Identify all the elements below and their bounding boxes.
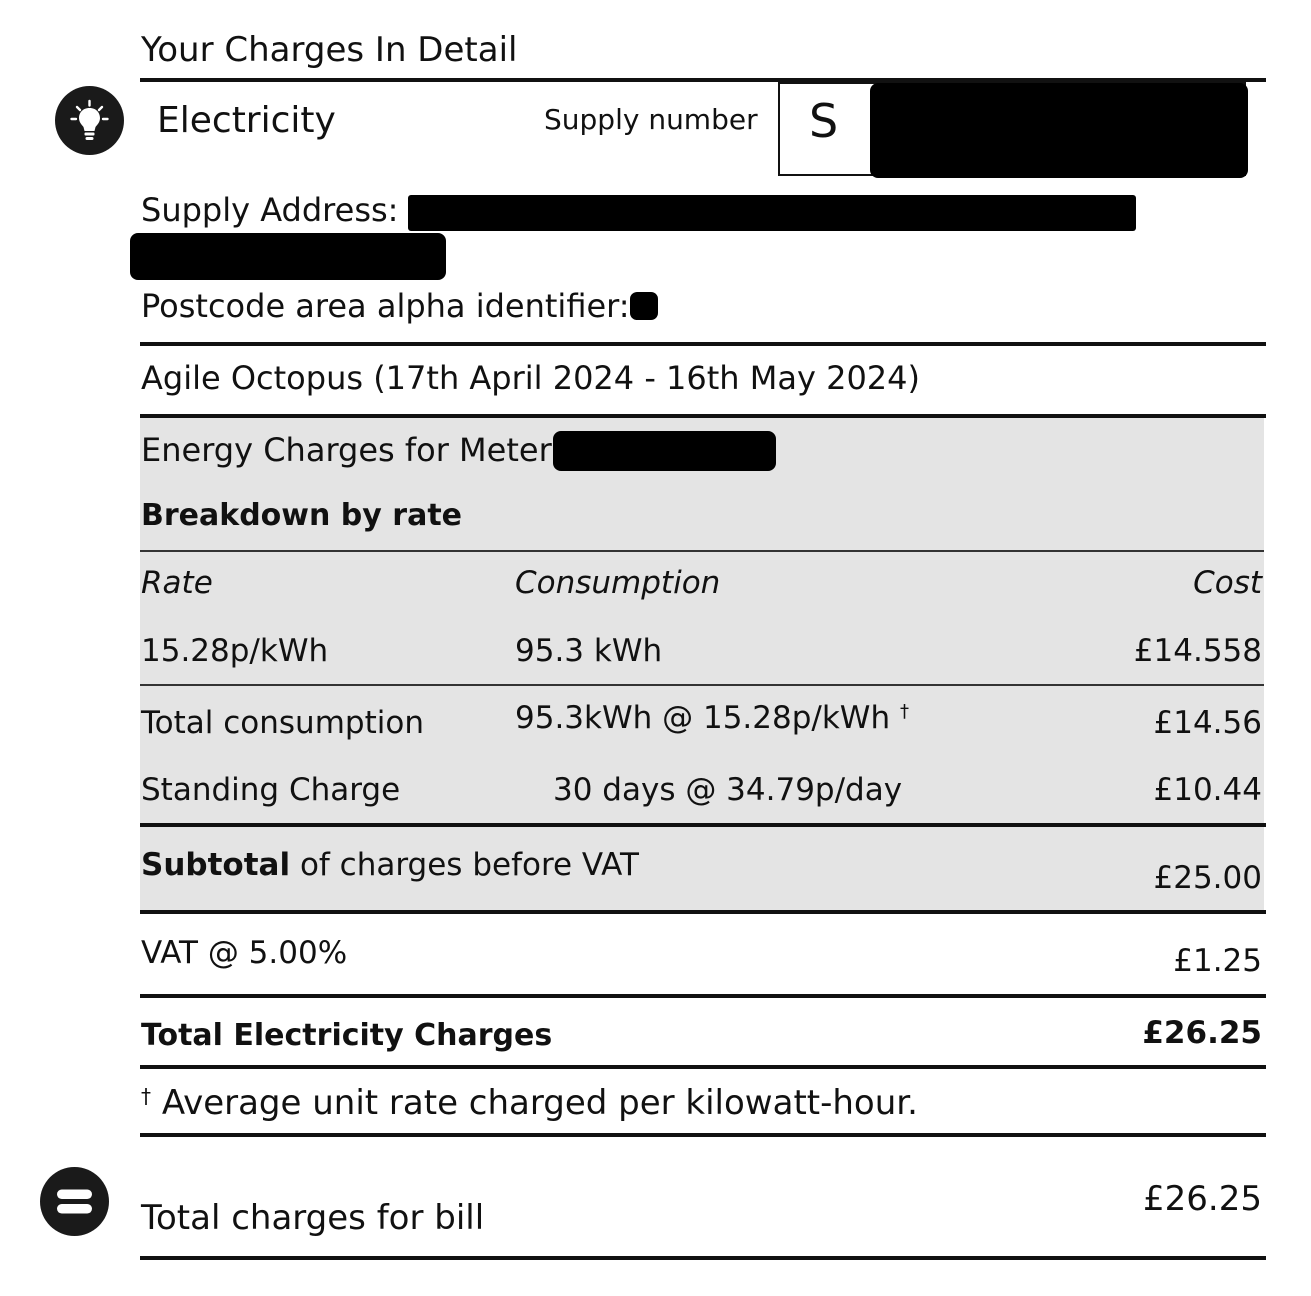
footnote: † Average unit rate charged per kilowatt… [141, 1086, 918, 1120]
total-consumption-cost: £14.56 [1153, 705, 1262, 741]
column-header-consumption: Consumption [515, 565, 721, 601]
supply-address-label: Supply Address: [141, 191, 399, 229]
vat-cost: £1.25 [1173, 943, 1262, 979]
subtotal-label: Subtotal of charges before VAT [141, 850, 639, 881]
divider [140, 1065, 1266, 1069]
divider [140, 910, 1266, 914]
breakdown-heading: Breakdown by rate [141, 498, 463, 533]
divider [140, 1256, 1266, 1260]
standing-charge-label: Standing Charge [141, 772, 401, 808]
meter-heading: Energy Charges for Meter [141, 431, 552, 469]
bill-total-cost: £26.25 [1143, 1179, 1262, 1219]
bill-total-label: Total charges for bill [141, 1198, 485, 1238]
column-header-cost: Cost [1193, 565, 1262, 601]
total-electricity-cost: £26.25 [1142, 1015, 1262, 1051]
dagger-mark: † [899, 701, 909, 722]
dagger-mark: † [141, 1084, 151, 1108]
table-cell-rate: 15.28p/kWh [141, 633, 329, 669]
lightbulb-icon [55, 86, 124, 155]
divider [140, 684, 1264, 686]
postcode-label: Postcode area alpha identifier: [141, 287, 630, 325]
redaction [130, 233, 446, 280]
divider [140, 823, 1266, 827]
supply-number-prefix: S [809, 94, 839, 148]
section-title: Your Charges In Detail [141, 30, 518, 70]
divider [140, 1133, 1266, 1137]
redaction [553, 431, 776, 471]
tariff-period: Agile Octopus (17th April 2024 - 16th Ma… [141, 359, 920, 397]
table-cell-consumption: 95.3 kWh [515, 633, 663, 669]
table-cell-cost: £14.558 [1133, 633, 1262, 669]
divider [140, 994, 1266, 998]
total-consumption-label: Total consumption [141, 705, 424, 741]
divider [140, 342, 1266, 346]
standing-charge-cost: £10.44 [1153, 772, 1262, 808]
redaction [630, 292, 658, 320]
column-header-rate: Rate [141, 565, 213, 601]
redaction [408, 195, 1136, 231]
equals-icon [40, 1167, 109, 1236]
subtotal-cost: £25.00 [1153, 860, 1262, 896]
total-consumption-detail-text: 95.3kWh @ 15.28p/kWh [515, 700, 891, 736]
footnote-text: Average unit rate charged per kilowatt-h… [161, 1083, 918, 1123]
supply-number-label: Supply number [544, 103, 758, 136]
vat-label: VAT @ 5.00% [141, 935, 348, 971]
fuel-name: Electricity [157, 100, 336, 141]
redaction [870, 83, 1248, 178]
subtotal-label-rest: of charges before VAT [299, 847, 639, 883]
divider [140, 550, 1264, 552]
total-consumption-detail: 95.3kWh @ 15.28p/kWh † [515, 703, 909, 734]
subtotal-label-bold: Subtotal [141, 847, 291, 883]
standing-charge-detail: 30 days @ 34.79p/day [553, 772, 903, 808]
total-electricity-label: Total Electricity Charges [141, 1018, 553, 1053]
